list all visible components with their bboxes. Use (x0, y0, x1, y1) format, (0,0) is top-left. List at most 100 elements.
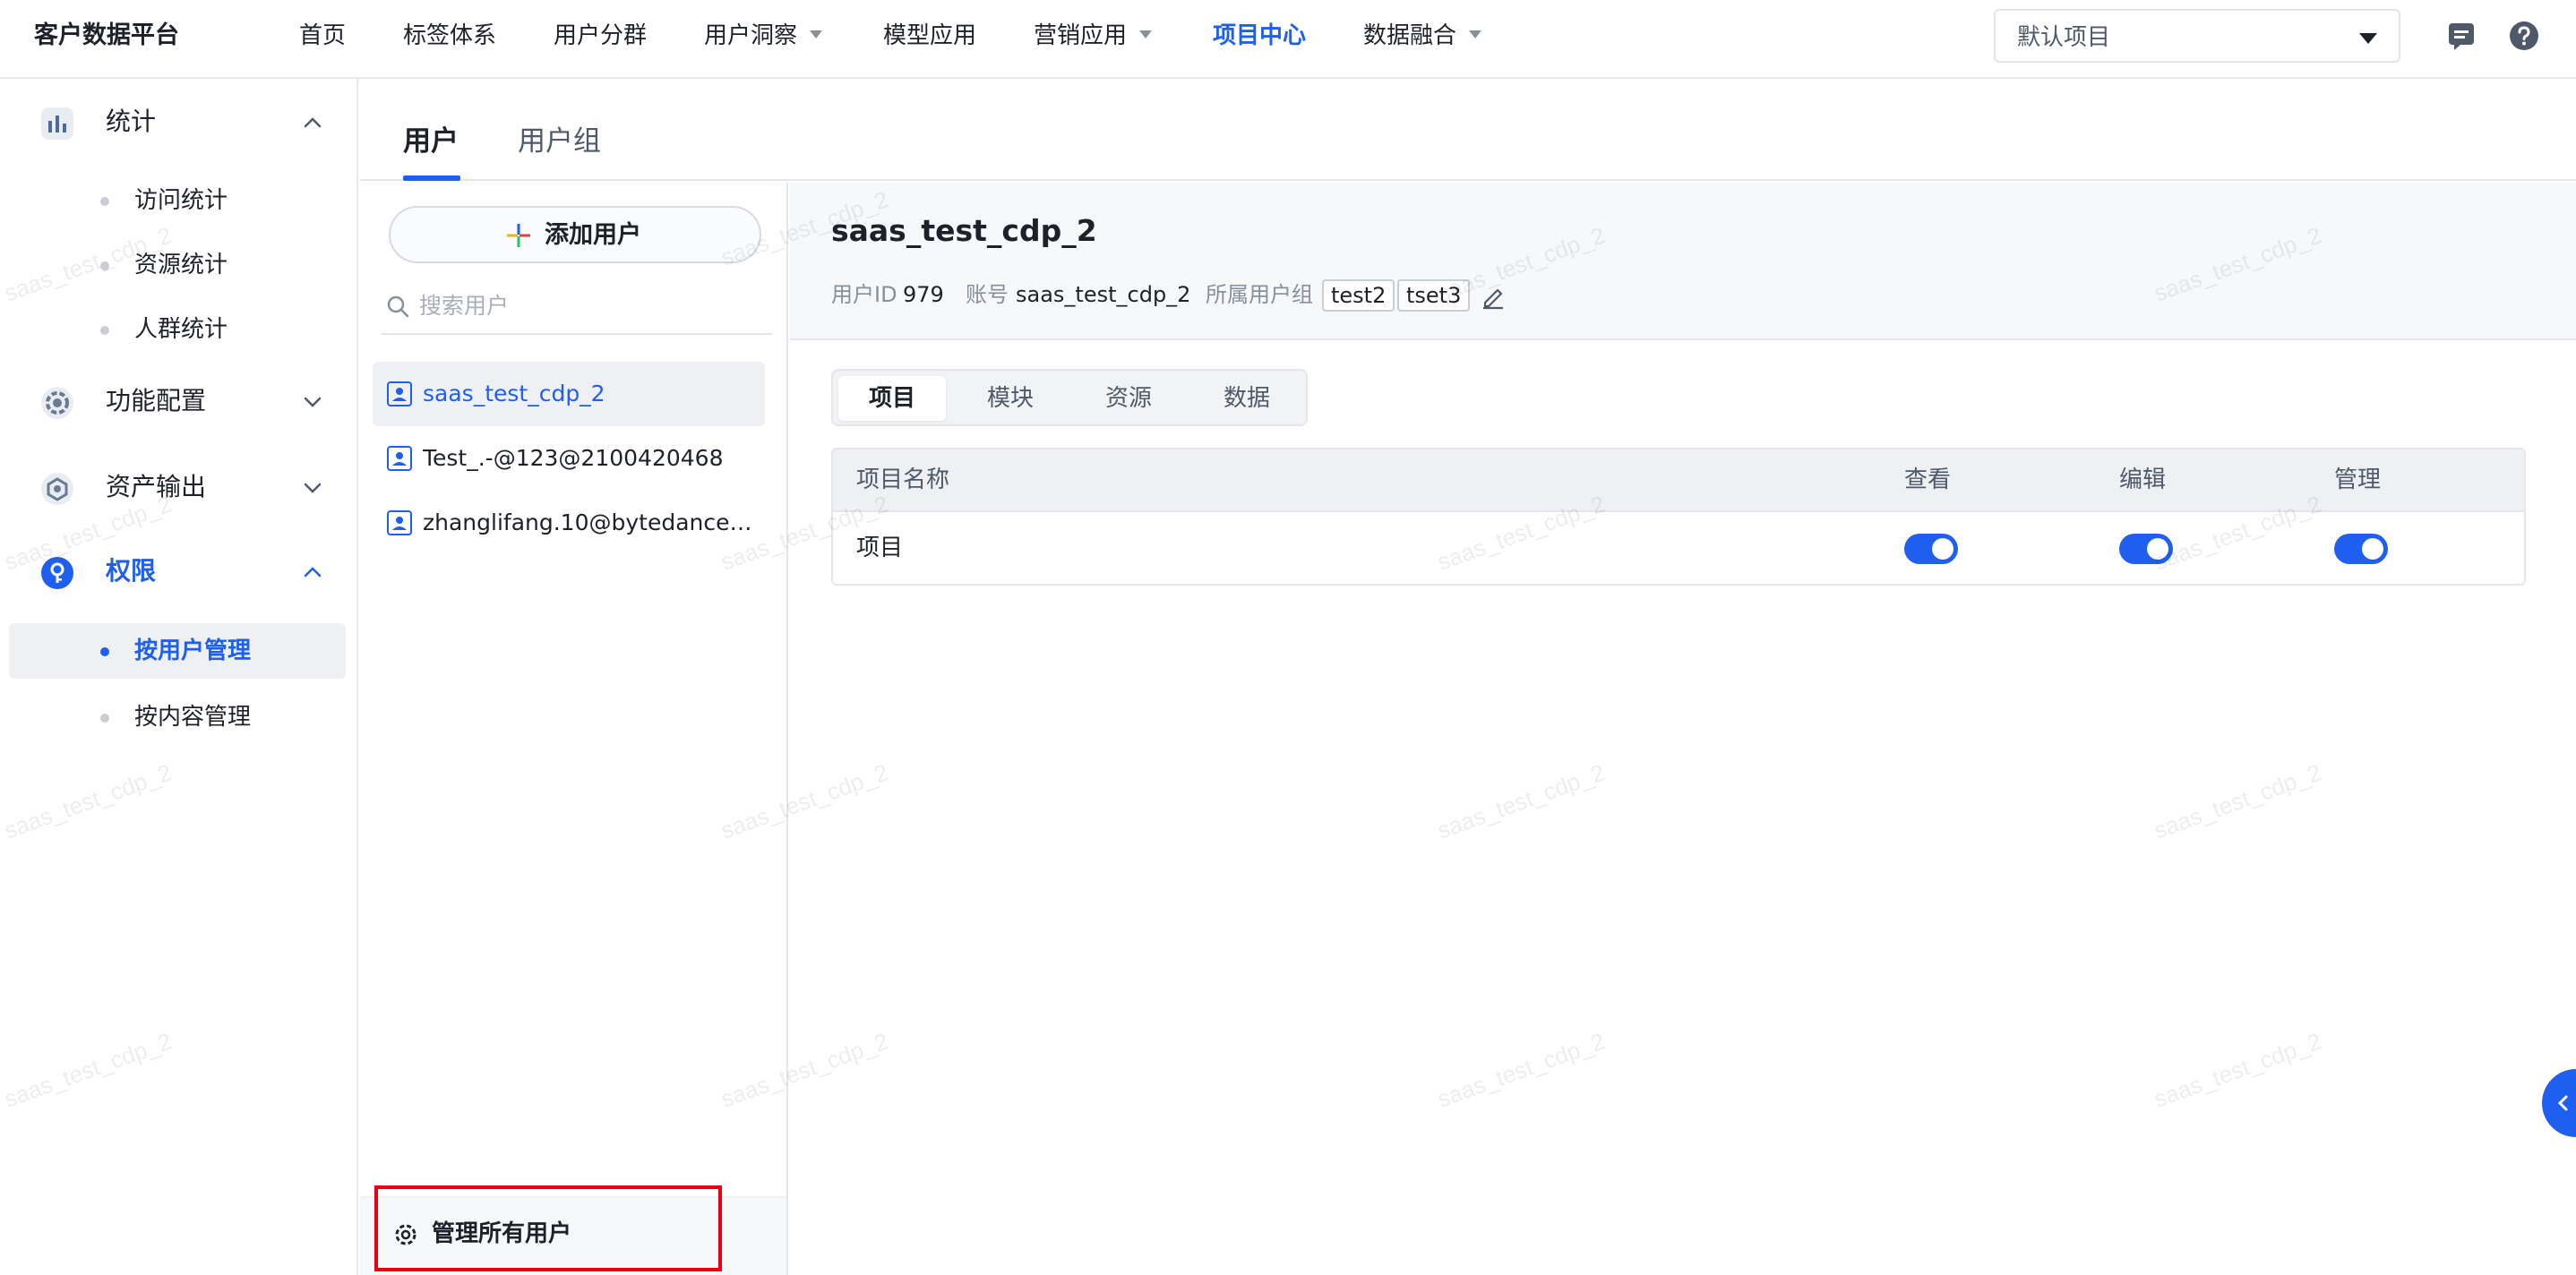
user-detail-panel: saas_test_cdp_2 用户ID 979 账号 saas_test_cd… (790, 183, 2576, 1275)
caret-down-icon (810, 30, 823, 39)
user-id-label: 用户ID (831, 282, 897, 307)
user-icon (387, 446, 412, 471)
manage-all-users-button[interactable]: 管理所有用户 (374, 1185, 722, 1271)
nav-item-user-segment[interactable]: 用户分群 (554, 18, 647, 54)
edit-icon[interactable] (1480, 283, 1507, 310)
nav-item-project-center[interactable]: 项目中心 (1213, 18, 1306, 54)
sidebar-group-label: 权限 (106, 556, 157, 586)
nav-item-marketing-app-label: 营销应用 (1034, 22, 1128, 49)
sidebar-item-manage-by-user[interactable]: 按用户管理 (9, 623, 346, 679)
segment-project[interactable]: 项目 (838, 376, 946, 421)
sidebar-group-label: 统计 (106, 107, 157, 136)
user-groups-label: 所属用户组 (1206, 282, 1313, 307)
nav-item-home[interactable]: 首页 (299, 18, 346, 54)
search-input[interactable] (419, 287, 769, 324)
user-list-panel: 添加用户 saas_test_cdp_2 Test_.-@123@21 (360, 183, 788, 1275)
sidebar-item-label: 资源统计 (134, 252, 228, 278)
user-list-item[interactable]: zhanglifang.10@bytedance.com (373, 491, 765, 555)
chevron-down-icon (304, 397, 322, 407)
account-label: 账号 (966, 282, 1009, 307)
permission-icon (41, 557, 73, 589)
bullet-dot (100, 261, 109, 270)
user-name: zhanglifang.10@bytedance.com (423, 509, 756, 535)
sidebar-item-crowd-stats[interactable]: 人群统计 (9, 302, 346, 357)
nav-item-tag-system[interactable]: 标签体系 (403, 18, 496, 54)
view-permission-toggle[interactable] (1904, 534, 1958, 564)
user-id-value: 979 (903, 282, 944, 307)
dropdown-arrow-icon (2359, 33, 2377, 44)
tab-users[interactable]: 用户 (403, 122, 459, 161)
message-icon[interactable] (2445, 20, 2477, 52)
export-icon (41, 473, 73, 505)
sidebar-group-statistics[interactable]: 统计 (0, 95, 358, 149)
user-list-item[interactable]: Test_.-@123@2100420468 (373, 426, 765, 491)
user-icon (387, 510, 412, 535)
settings-icon (41, 387, 73, 419)
column-header-edit: 编辑 (2119, 466, 2167, 493)
column-header-project-name: 项目名称 (856, 466, 950, 493)
app-root: 客户数据平台 首页 标签体系 用户分群 用户洞察 模型应用 营销应用 项目中心 … (0, 0, 2576, 1275)
user-detail-title: saas_test_cdp_2 (831, 213, 1097, 248)
add-user-button[interactable]: 添加用户 (389, 206, 761, 263)
search-box (382, 278, 772, 335)
bar-chart-icon (41, 107, 73, 140)
segment-module[interactable]: 模块 (957, 376, 1064, 421)
sidebar-item-visit-stats[interactable]: 访问统计 (9, 173, 346, 228)
sidebar-item-label: 按用户管理 (134, 638, 252, 664)
permission-table: 项目名称 查看 编辑 管理 项目 (831, 448, 2526, 586)
edit-permission-toggle[interactable] (2119, 534, 2173, 564)
sidebar-item-label: 按内容管理 (134, 704, 252, 731)
table-row: 项目 (833, 510, 2524, 584)
project-select[interactable]: 默认项目 (1994, 9, 2400, 63)
nav-item-user-insight[interactable]: 用户洞察 (704, 18, 823, 54)
caret-down-icon (1469, 30, 1482, 39)
project-name-cell: 项目 (856, 535, 904, 561)
segment-data[interactable]: 数据 (1193, 376, 1301, 421)
nav-item-marketing-app[interactable]: 营销应用 (1034, 18, 1153, 54)
account-value: saas_test_cdp_2 (1016, 282, 1191, 307)
user-icon (387, 381, 412, 406)
user-group-tag: tset3 (1397, 279, 1471, 312)
nav-item-data-fusion[interactable]: 数据融合 (1363, 18, 1482, 54)
nav-item-data-fusion-label: 数据融合 (1363, 22, 1457, 49)
bullet-dot (100, 197, 109, 206)
sidebar-item-label: 人群统计 (134, 316, 228, 343)
segment-resource[interactable]: 资源 (1075, 376, 1182, 421)
search-icon (387, 295, 409, 318)
permission-segment-control: 项目 模块 资源 数据 (831, 369, 1308, 426)
nav-item-model-app[interactable]: 模型应用 (883, 18, 976, 54)
sidebar-group-asset-export[interactable]: 资产输出 (0, 460, 358, 514)
chevron-left-icon (2557, 1095, 2568, 1111)
user-name: saas_test_cdp_2 (423, 381, 605, 406)
caret-down-icon (1139, 30, 1153, 39)
plus-icon (507, 224, 530, 247)
column-header-manage: 管理 (2334, 466, 2382, 493)
gear-icon (395, 1224, 416, 1245)
user-name: Test_.-@123@2100420468 (423, 445, 724, 471)
add-user-button-label: 添加用户 (545, 221, 641, 249)
nav-item-user-insight-label: 用户洞察 (704, 22, 798, 49)
user-group-tag: test2 (1322, 279, 1395, 312)
sidebar-group-permission[interactable]: 权限 (0, 544, 358, 598)
user-detail-header: saas_test_cdp_2 用户ID 979 账号 saas_test_cd… (790, 183, 2576, 340)
chevron-up-icon (304, 567, 322, 578)
chevron-up-icon (304, 117, 322, 128)
sidebar-group-label: 功能配置 (106, 386, 207, 415)
active-tab-indicator (403, 175, 460, 181)
help-icon[interactable] (2508, 20, 2540, 52)
sidebar: 统计 访问统计 资源统计 人群统计 功能配置 资产输出 权限 按用户管理 按内容… (0, 79, 358, 1275)
sidebar-group-feature-config[interactable]: 功能配置 (0, 374, 358, 428)
top-navigation-bar: 客户数据平台 首页 标签体系 用户分群 用户洞察 模型应用 营销应用 项目中心 … (0, 0, 2576, 79)
table-header: 项目名称 查看 编辑 管理 (833, 449, 2524, 510)
manage-permission-toggle[interactable] (2334, 534, 2388, 564)
sidebar-group-label: 资产输出 (106, 472, 207, 501)
sidebar-item-manage-by-content[interactable]: 按内容管理 (9, 689, 346, 745)
user-list-item[interactable]: saas_test_cdp_2 (373, 362, 765, 426)
chevron-down-icon (304, 483, 322, 493)
manage-all-users-label: 管理所有用户 (432, 1220, 572, 1247)
project-select-value: 默认项目 (2017, 24, 2111, 51)
tab-user-groups[interactable]: 用户组 (518, 122, 601, 161)
bullet-dot (100, 714, 109, 723)
bullet-dot (100, 326, 109, 335)
sidebar-item-resource-stats[interactable]: 资源统计 (9, 237, 346, 293)
